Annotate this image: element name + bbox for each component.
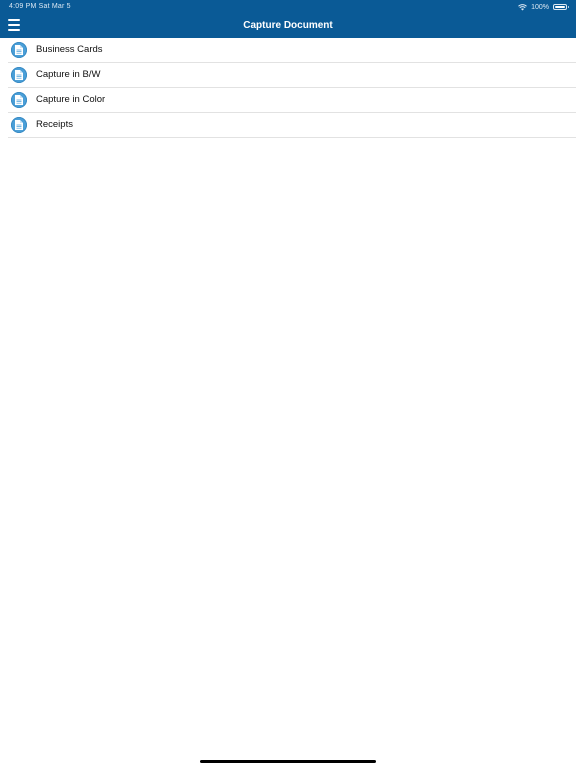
document-icon <box>11 92 27 108</box>
navigation-bar: 4:09 PM Sat Mar 5 100% Capture Document <box>0 0 576 38</box>
list-item-capture-bw[interactable]: Capture in B/W <box>8 63 576 88</box>
status-bar-right: 100% <box>518 2 569 12</box>
wifi-icon <box>518 3 527 10</box>
list-item-label: Business Cards <box>36 44 103 55</box>
page-title: Capture Document <box>243 20 333 31</box>
list-item-receipts[interactable]: Receipts <box>8 113 576 138</box>
battery-icon <box>553 4 569 10</box>
status-bar-time: 4:09 PM Sat Mar 5 <box>9 3 71 10</box>
battery-level <box>555 6 565 8</box>
document-icon <box>11 42 27 58</box>
list-item-label: Receipts <box>36 119 73 130</box>
home-indicator[interactable] <box>200 760 376 763</box>
list-item-label: Capture in Color <box>36 94 106 105</box>
list-item-business-cards[interactable]: Business Cards <box>8 38 576 63</box>
list-item-label: Capture in B/W <box>36 69 101 80</box>
document-icon <box>11 117 27 133</box>
capture-options-list: Business Cards Capture in B/W Capture in… <box>0 38 576 138</box>
battery-percentage: 100% <box>531 3 549 11</box>
document-icon <box>11 67 27 83</box>
list-item-capture-color[interactable]: Capture in Color <box>8 88 576 113</box>
